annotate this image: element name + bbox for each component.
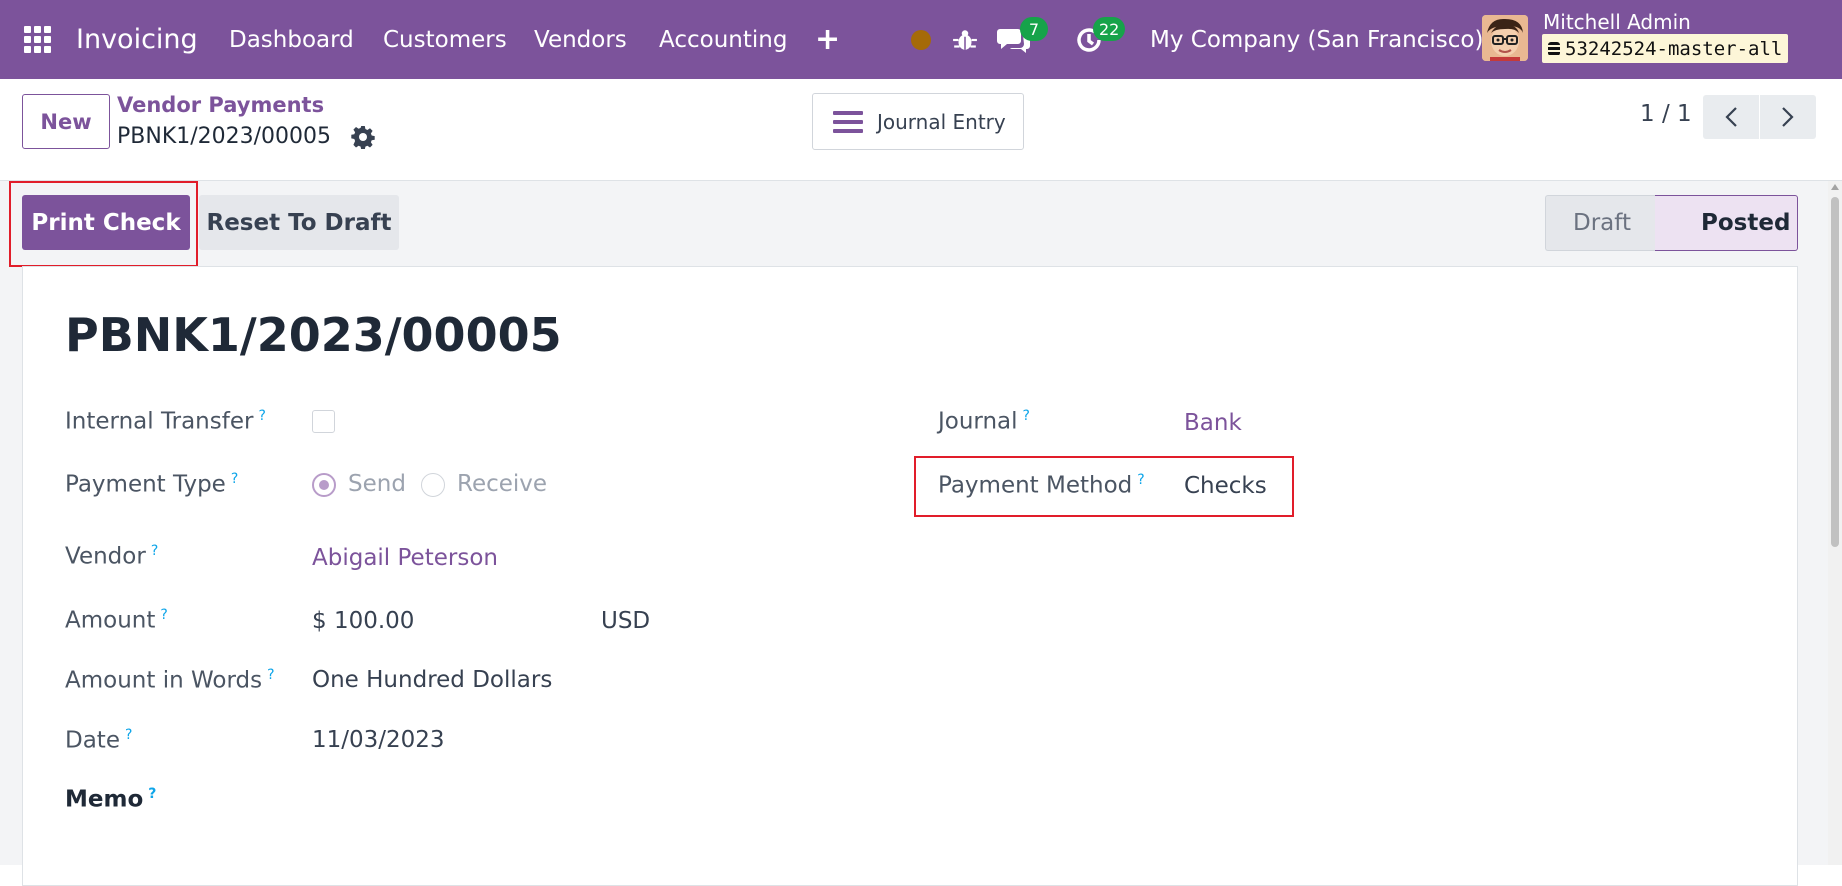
- internal-transfer-label: Internal Transfer?: [65, 408, 266, 435]
- scrollbar-thumb[interactable]: [1831, 197, 1839, 547]
- user-avatar[interactable]: [1482, 15, 1528, 61]
- menu-vendors[interactable]: Vendors: [534, 0, 627, 79]
- amount-currency[interactable]: USD: [601, 608, 650, 634]
- status-posted-label: Posted: [1701, 210, 1791, 236]
- payment-method-value[interactable]: Checks: [1184, 473, 1267, 499]
- chevron-right-icon: [1782, 107, 1794, 127]
- internal-transfer-label-text: Internal Transfer: [65, 408, 254, 435]
- status-bar: Draft Posted: [1545, 195, 1798, 251]
- memo-label-text: Memo: [65, 786, 144, 813]
- status-indicator[interactable]: [911, 0, 931, 79]
- amount-value[interactable]: $ 100.00: [312, 608, 414, 634]
- journal-entry-label: Journal Entry: [877, 109, 1006, 134]
- menu-customers[interactable]: Customers: [383, 0, 507, 79]
- amount-in-words-label-text: Amount in Words: [65, 667, 263, 694]
- memo-label: Memo?: [65, 786, 156, 813]
- help-icon[interactable]: ?: [231, 471, 238, 487]
- amount-label: Amount?: [65, 607, 168, 634]
- amount-in-words-label: Amount in Words?: [65, 667, 275, 694]
- app-brand[interactable]: Invoicing: [76, 0, 198, 79]
- breadcrumb-vendor-payments[interactable]: Vendor Payments: [117, 93, 324, 117]
- payment-method-label: Payment Method?: [938, 472, 1145, 499]
- menu-dashboard[interactable]: Dashboard: [229, 0, 354, 79]
- debug-bug-icon[interactable]: [952, 0, 978, 79]
- payment-type-label: Payment Type?: [65, 471, 238, 498]
- internal-transfer-checkbox[interactable]: [312, 410, 335, 433]
- pager-previous-button[interactable]: [1703, 95, 1759, 139]
- payment-type-label-text: Payment Type: [65, 471, 226, 498]
- payment-method-label-text: Payment Method: [938, 472, 1133, 499]
- scroll-up-icon[interactable]: [1831, 184, 1839, 190]
- journal-entry-button[interactable]: Journal Entry: [812, 93, 1024, 150]
- payment-type-receive-radio[interactable]: [421, 473, 445, 497]
- help-icon[interactable]: ?: [267, 667, 274, 683]
- help-icon[interactable]: ?: [125, 727, 132, 743]
- journal-label-text: Journal: [938, 408, 1018, 435]
- payment-type-send-label[interactable]: Send: [348, 471, 406, 497]
- status-draft[interactable]: Draft: [1545, 195, 1655, 251]
- date-label-text: Date: [65, 727, 120, 754]
- amount-in-words-value[interactable]: One Hundred Dollars: [312, 667, 552, 693]
- breadcrumb-current-record: PBNK1/2023/00005: [117, 124, 332, 149]
- company-switcher[interactable]: My Company (San Francisco): [1150, 0, 1483, 79]
- payment-type-send-radio[interactable]: [312, 473, 336, 497]
- help-icon[interactable]: ?: [258, 408, 265, 424]
- gear-icon[interactable]: [351, 125, 375, 150]
- vendor-value[interactable]: Abigail Peterson: [312, 545, 498, 571]
- help-icon[interactable]: ?: [1023, 408, 1030, 424]
- help-icon[interactable]: ?: [1137, 472, 1144, 488]
- journal-list-icon: [833, 110, 863, 133]
- status-dot-icon: [911, 29, 931, 50]
- help-icon[interactable]: ?: [151, 543, 158, 559]
- top-navbar: Invoicing Dashboard Customers Vendors Ac…: [0, 0, 1842, 79]
- status-posted[interactable]: Posted: [1655, 195, 1798, 251]
- journal-value[interactable]: Bank: [1184, 410, 1242, 436]
- quick-create-plus-icon[interactable]: +: [815, 0, 840, 79]
- payment-type-receive-label[interactable]: Receive: [457, 471, 547, 497]
- activities-count-badge: 22: [1093, 17, 1126, 41]
- vendor-label: Vendor?: [65, 543, 158, 570]
- vendor-label-text: Vendor: [65, 543, 146, 570]
- date-value[interactable]: 11/03/2023: [312, 727, 445, 753]
- control-panel: New Vendor Payments PBNK1/2023/00005 Jou…: [0, 79, 1842, 181]
- apps-menu-icon[interactable]: [24, 0, 54, 79]
- messages-count-badge: 7: [1020, 17, 1048, 41]
- database-name: 53242524-master-all: [1565, 37, 1783, 60]
- database-icon: [1548, 41, 1560, 56]
- print-check-button[interactable]: Print Check: [22, 195, 190, 250]
- menu-accounting[interactable]: Accounting: [659, 0, 787, 79]
- amount-label-text: Amount: [65, 607, 156, 634]
- help-icon[interactable]: ?: [148, 786, 156, 802]
- help-icon[interactable]: ?: [160, 607, 167, 623]
- database-tag: 53242524-master-all: [1542, 34, 1789, 63]
- journal-label: Journal?: [938, 408, 1030, 435]
- chevron-left-icon: [1725, 107, 1737, 127]
- record-title: PBNK1/2023/00005: [65, 308, 562, 362]
- pager-next-button[interactable]: [1760, 95, 1816, 139]
- new-button[interactable]: New: [22, 94, 110, 149]
- date-label: Date?: [65, 727, 132, 754]
- pager-value[interactable]: 1 / 1: [1640, 101, 1692, 127]
- reset-to-draft-button[interactable]: Reset To Draft: [199, 195, 399, 250]
- user-name[interactable]: Mitchell Admin: [1543, 10, 1691, 34]
